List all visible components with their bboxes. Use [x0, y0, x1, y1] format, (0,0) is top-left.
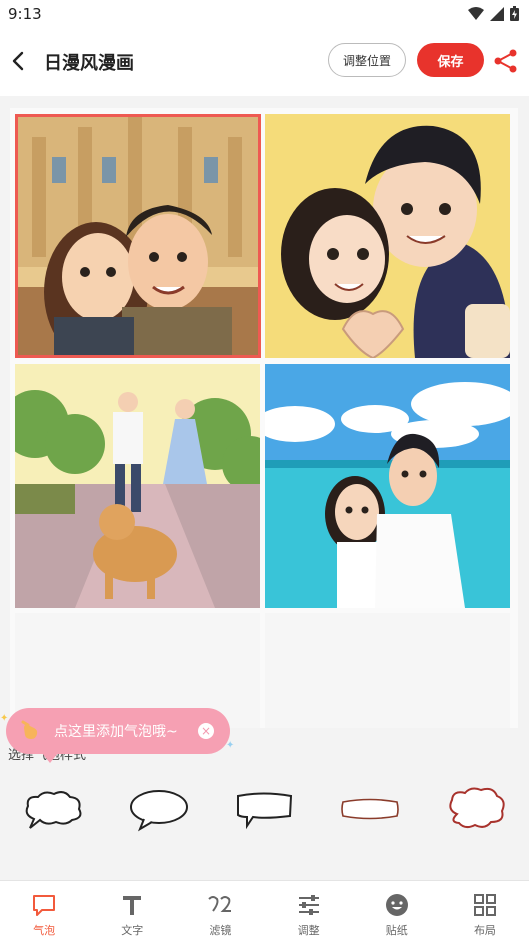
bubble-style-banner[interactable] — [334, 780, 406, 840]
status-icons — [468, 6, 519, 21]
tab-bubble[interactable]: 气泡 — [0, 881, 88, 949]
tab-label: 布局 — [473, 924, 496, 937]
filter-icon — [207, 892, 233, 918]
status-time: 9:13 — [8, 5, 42, 23]
back-arrow-icon[interactable] — [6, 48, 32, 74]
speech-bubble-icon — [31, 892, 57, 918]
tooltip-arrow — [42, 753, 58, 763]
tab-sticker[interactable]: 贴纸 — [353, 881, 441, 949]
page-title: 日漫风漫画 — [44, 53, 134, 74]
oval-bubble-icon — [129, 790, 188, 832]
bubble-style-rectangle[interactable] — [228, 780, 300, 840]
rect-bubble-icon — [237, 792, 293, 830]
save-button[interactable]: 保存 — [417, 43, 484, 77]
tab-label: 气泡 — [33, 924, 56, 937]
adjust-position-button[interactable]: 调整位置 — [328, 43, 406, 77]
sliders-icon — [296, 892, 322, 918]
anime-couple-beach-image — [265, 364, 510, 608]
sticker-icon — [384, 892, 410, 918]
banner-bubble-icon — [341, 798, 400, 820]
layout-icon — [472, 892, 498, 918]
status-bar: 9:13 — [0, 0, 529, 30]
tooltip-text: 点这里添加气泡哦~ — [54, 724, 178, 740]
image-panel-4[interactable] — [265, 364, 510, 608]
top-bar: 日漫风漫画 调整位置 保存 — [0, 30, 529, 96]
bubble-style-list — [0, 772, 529, 848]
pointing-hand-icon — [21, 720, 38, 739]
tab-layout[interactable]: 布局 — [441, 881, 529, 949]
tab-adjust[interactable]: 调整 — [265, 881, 353, 949]
add-bubble-tooltip[interactable]: 点这里添加气泡哦~ × — [6, 708, 230, 763]
anime-couple-cathedral-image — [18, 117, 258, 355]
tab-label: 文字 — [121, 924, 144, 937]
wifi-icon — [468, 6, 484, 20]
collage-canvas[interactable] — [10, 108, 518, 728]
puffy-cloud-bubble-icon — [449, 787, 505, 829]
share-icon[interactable] — [493, 48, 519, 74]
tab-label: 贴纸 — [385, 924, 408, 937]
tab-label: 调整 — [297, 924, 320, 937]
anime-couple-dog-park-image — [15, 364, 260, 608]
anime-couple-heart-hands-image — [265, 114, 510, 358]
tab-filter[interactable]: 滤镜 — [176, 881, 264, 949]
bubble-style-oval[interactable] — [123, 780, 195, 840]
bottom-toolbar: 气泡 文字 滤镜 调整 贴纸 布局 — [0, 880, 529, 949]
image-panel-1[interactable] — [15, 114, 261, 358]
tooltip-close-icon[interactable]: × — [198, 723, 214, 739]
bubble-style-cloud[interactable] — [17, 780, 89, 840]
empty-panel-6 — [265, 613, 510, 728]
tab-text[interactable]: 文字 — [88, 881, 176, 949]
battery-icon — [510, 6, 519, 21]
bubble-style-puffy[interactable] — [440, 780, 512, 840]
image-panel-2[interactable] — [265, 114, 510, 358]
image-panel-3[interactable] — [15, 364, 260, 608]
signal-icon — [490, 6, 504, 21]
tab-label: 滤镜 — [209, 924, 232, 937]
text-icon — [119, 892, 145, 918]
cloud-bubble-icon — [25, 791, 82, 829]
